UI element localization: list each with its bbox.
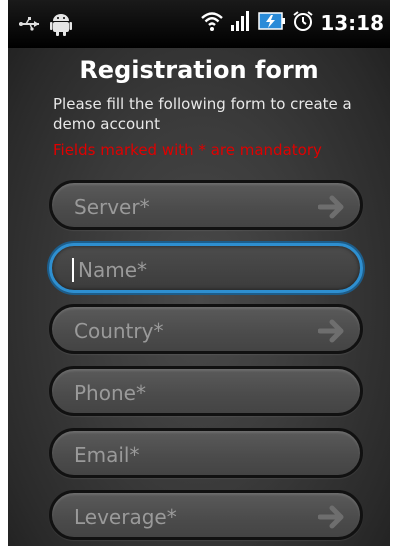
text-cursor: [72, 258, 74, 282]
arrow-right-icon: [317, 505, 346, 533]
email-placeholder: Email*: [74, 443, 140, 467]
battery-charging-icon: [258, 11, 286, 35]
name-placeholder: Name*: [78, 258, 148, 282]
signal-icon: [230, 10, 252, 36]
arrow-right-icon: [317, 319, 346, 347]
server-field[interactable]: Server*: [49, 180, 363, 230]
wifi-icon: [200, 10, 224, 36]
email-field[interactable]: Email*: [49, 428, 363, 478]
phone-field[interactable]: Phone*: [49, 366, 363, 416]
page-title: Registration form: [79, 56, 319, 84]
arrow-right-icon: [317, 195, 346, 223]
phone-placeholder: Phone*: [74, 381, 146, 405]
leverage-placeholder: Leverage*: [74, 505, 177, 529]
android-icon: [50, 12, 72, 40]
clock-time: 13:18: [320, 11, 384, 35]
name-field[interactable]: Name*: [49, 243, 363, 293]
alarm-icon: [292, 10, 314, 36]
form-instructions: Please fill the following form to create…: [53, 95, 352, 133]
status-bar: 13:18: [8, 0, 390, 48]
mandatory-note: Fields marked with * are mandatory: [53, 141, 322, 159]
leverage-field[interactable]: Leverage*: [49, 490, 363, 540]
country-placeholder: Country*: [74, 319, 164, 343]
app-screen: 13:18 Registration form Please fill the …: [8, 0, 390, 546]
country-field[interactable]: Country*: [49, 304, 363, 354]
usb-debug-icon: [18, 16, 40, 36]
server-placeholder: Server*: [74, 195, 150, 219]
